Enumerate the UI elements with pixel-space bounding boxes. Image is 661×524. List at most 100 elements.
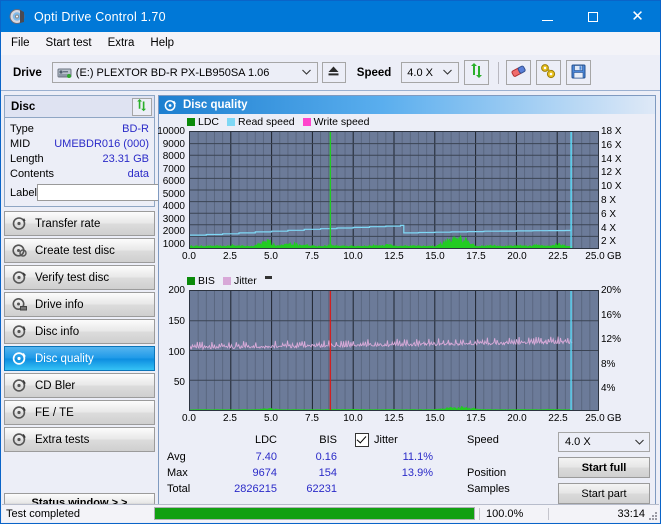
progress-bar	[154, 507, 475, 520]
x-tick: 20.0	[507, 413, 527, 424]
disc-quality-icon	[12, 351, 27, 366]
chart2-legend: BIS Jitter	[159, 271, 655, 288]
x-tick: 17.5	[466, 251, 486, 262]
sidebar-item-label: Verify test disc	[35, 271, 110, 284]
ldc-plot-area[interactable]	[189, 131, 599, 249]
x-tick: 17.5	[466, 413, 486, 424]
status-text: Test completed	[6, 507, 80, 520]
y-tick: 1000	[162, 238, 185, 250]
disc-panel-header: Disc	[5, 96, 154, 118]
x-tick: 22.5	[548, 413, 568, 424]
menu-item-extra[interactable]: Extra	[108, 37, 135, 49]
sidebar-item-label: Transfer rate	[35, 217, 101, 230]
menu-item-file[interactable]: File	[11, 37, 30, 49]
legend-item-read-speed: Read speed	[227, 116, 295, 128]
disc-extra-icon	[12, 432, 27, 447]
stats-col-jitter: Jitter 11.1% 13.9%	[337, 432, 457, 500]
erase-button[interactable]	[506, 60, 532, 85]
menu-item-start-test[interactable]: Start test	[46, 37, 92, 49]
minimize-button[interactable]	[525, 1, 570, 32]
content-area: Disc Type BD-R MID UMEBDR016 (000) Lengt…	[1, 91, 660, 518]
sidebar-item-verify-test-disc[interactable]: Verify test disc	[4, 265, 155, 290]
disc-info-icon	[12, 324, 27, 339]
app-window: Opti Drive Control 1.70 ✕ File Start tes…	[0, 0, 661, 524]
drive-label: Drive	[13, 66, 42, 79]
stats-row-label: Avg	[167, 451, 186, 463]
disc-row-length: Length 23.31 GB	[10, 151, 149, 166]
close-icon: ✕	[631, 7, 644, 25]
legend-item-ldc: LDC	[187, 116, 219, 128]
legend-marker-icon	[264, 276, 272, 279]
y2-tick: 14 X	[601, 153, 622, 165]
resize-grip-icon[interactable]	[647, 510, 657, 520]
stats-table: Avg Max Total LDC 7.40 9674 2826215 BIS …	[159, 432, 617, 500]
legend-item-write-speed: Write speed	[302, 115, 370, 128]
drive-select-value: (E:) PLEXTOR BD-R PX-LB950SA 1.06	[75, 66, 270, 79]
title-bar: Opti Drive Control 1.70 ✕	[1, 1, 660, 32]
y2-tick: 10 X	[601, 181, 622, 193]
disc-row-key: Type	[10, 122, 34, 135]
y2-tick: 12 X	[601, 167, 622, 179]
sidebar-item-extra-tests[interactable]: Extra tests	[4, 427, 155, 452]
progress-percent: 100.0%	[479, 507, 548, 520]
eject-button[interactable]	[321, 62, 346, 83]
y2-tick: 12%	[601, 334, 622, 346]
save-button[interactable]	[566, 60, 592, 85]
panel-title: Disc quality	[183, 99, 248, 111]
refresh-icon	[135, 98, 149, 115]
tools-button[interactable]	[536, 60, 562, 85]
sidebar-item-disc-quality[interactable]: Disc quality	[4, 346, 155, 371]
legend-label: LDC	[198, 115, 220, 128]
test-speed-select[interactable]: 4.0 X	[558, 432, 650, 452]
maximize-button[interactable]	[570, 1, 615, 32]
close-button[interactable]: ✕	[615, 1, 660, 32]
refresh-button[interactable]	[464, 60, 490, 85]
left-sidebar: Disc Type BD-R MID UMEBDR016 (000) Lengt…	[1, 91, 240, 518]
status-bar: Test completed 100.0% 33:14	[2, 504, 659, 522]
samples-label: Samples	[467, 483, 510, 495]
sidebar-item-fe-te[interactable]: FE / TE	[4, 400, 155, 425]
window-title: Opti Drive Control 1.70	[34, 9, 166, 24]
legend-swatch	[222, 276, 231, 285]
x-tick: 2.5	[223, 413, 237, 424]
x-tick: 10.0	[343, 251, 363, 262]
jitter-checkbox[interactable]	[355, 433, 369, 448]
action-buttons: 4.0 X Start full Start part	[558, 432, 650, 504]
stats-corner	[159, 432, 215, 449]
disc-row-value: BD-R	[122, 122, 149, 135]
elapsed-time: 33:14	[548, 507, 659, 520]
stats-cell: 2826215	[234, 483, 277, 495]
disc-label-row: Label	[10, 183, 240, 202]
chevron-down-icon	[301, 68, 311, 77]
y2-tick: 4 X	[601, 222, 617, 234]
menu-item-help[interactable]: Help	[150, 37, 174, 49]
stats-col-header: Jitter	[374, 434, 398, 446]
bis-jitter-plot-area[interactable]	[189, 290, 599, 411]
legend-swatch	[187, 117, 195, 126]
start-full-button[interactable]: Start full	[558, 457, 650, 478]
sidebar-item-disc-info[interactable]: Disc info	[4, 319, 155, 344]
x-tick: 12.5	[384, 413, 404, 424]
start-part-button[interactable]: Start part	[558, 483, 650, 504]
legend-label: Write speed	[313, 115, 370, 128]
sidebar-item-cd-bler[interactable]: CD Bler	[4, 373, 155, 398]
y-tick: 200	[168, 285, 185, 296]
sidebar-item-transfer-rate[interactable]: Transfer rate	[4, 211, 155, 236]
stats-row-label: Max	[167, 467, 188, 479]
y2-tick: 4%	[601, 383, 616, 395]
y-tick: 2000	[162, 226, 185, 237]
x-axis-unit: GB	[607, 251, 622, 262]
y2-tick: 16%	[601, 309, 622, 321]
progress-fill	[155, 508, 474, 519]
sidebar-item-create-test-disc[interactable]: Create test disc	[4, 238, 155, 263]
chart1-legend: LDC Read speed Write speed	[159, 114, 655, 129]
sidebar-item-label: Drive info	[35, 298, 84, 311]
window-controls: ✕	[525, 1, 660, 32]
sidebar-item-drive-info[interactable]: Drive info	[4, 292, 155, 317]
drive-select[interactable]: (E:) PLEXTOR BD-R PX-LB950SA 1.06	[51, 62, 318, 83]
speed-select[interactable]: 4.0 X	[401, 62, 460, 83]
save-icon	[571, 64, 586, 82]
y-tick: 9000	[162, 138, 185, 150]
disc-refresh-button[interactable]	[132, 97, 152, 116]
x-tick: 5.0	[264, 413, 278, 424]
